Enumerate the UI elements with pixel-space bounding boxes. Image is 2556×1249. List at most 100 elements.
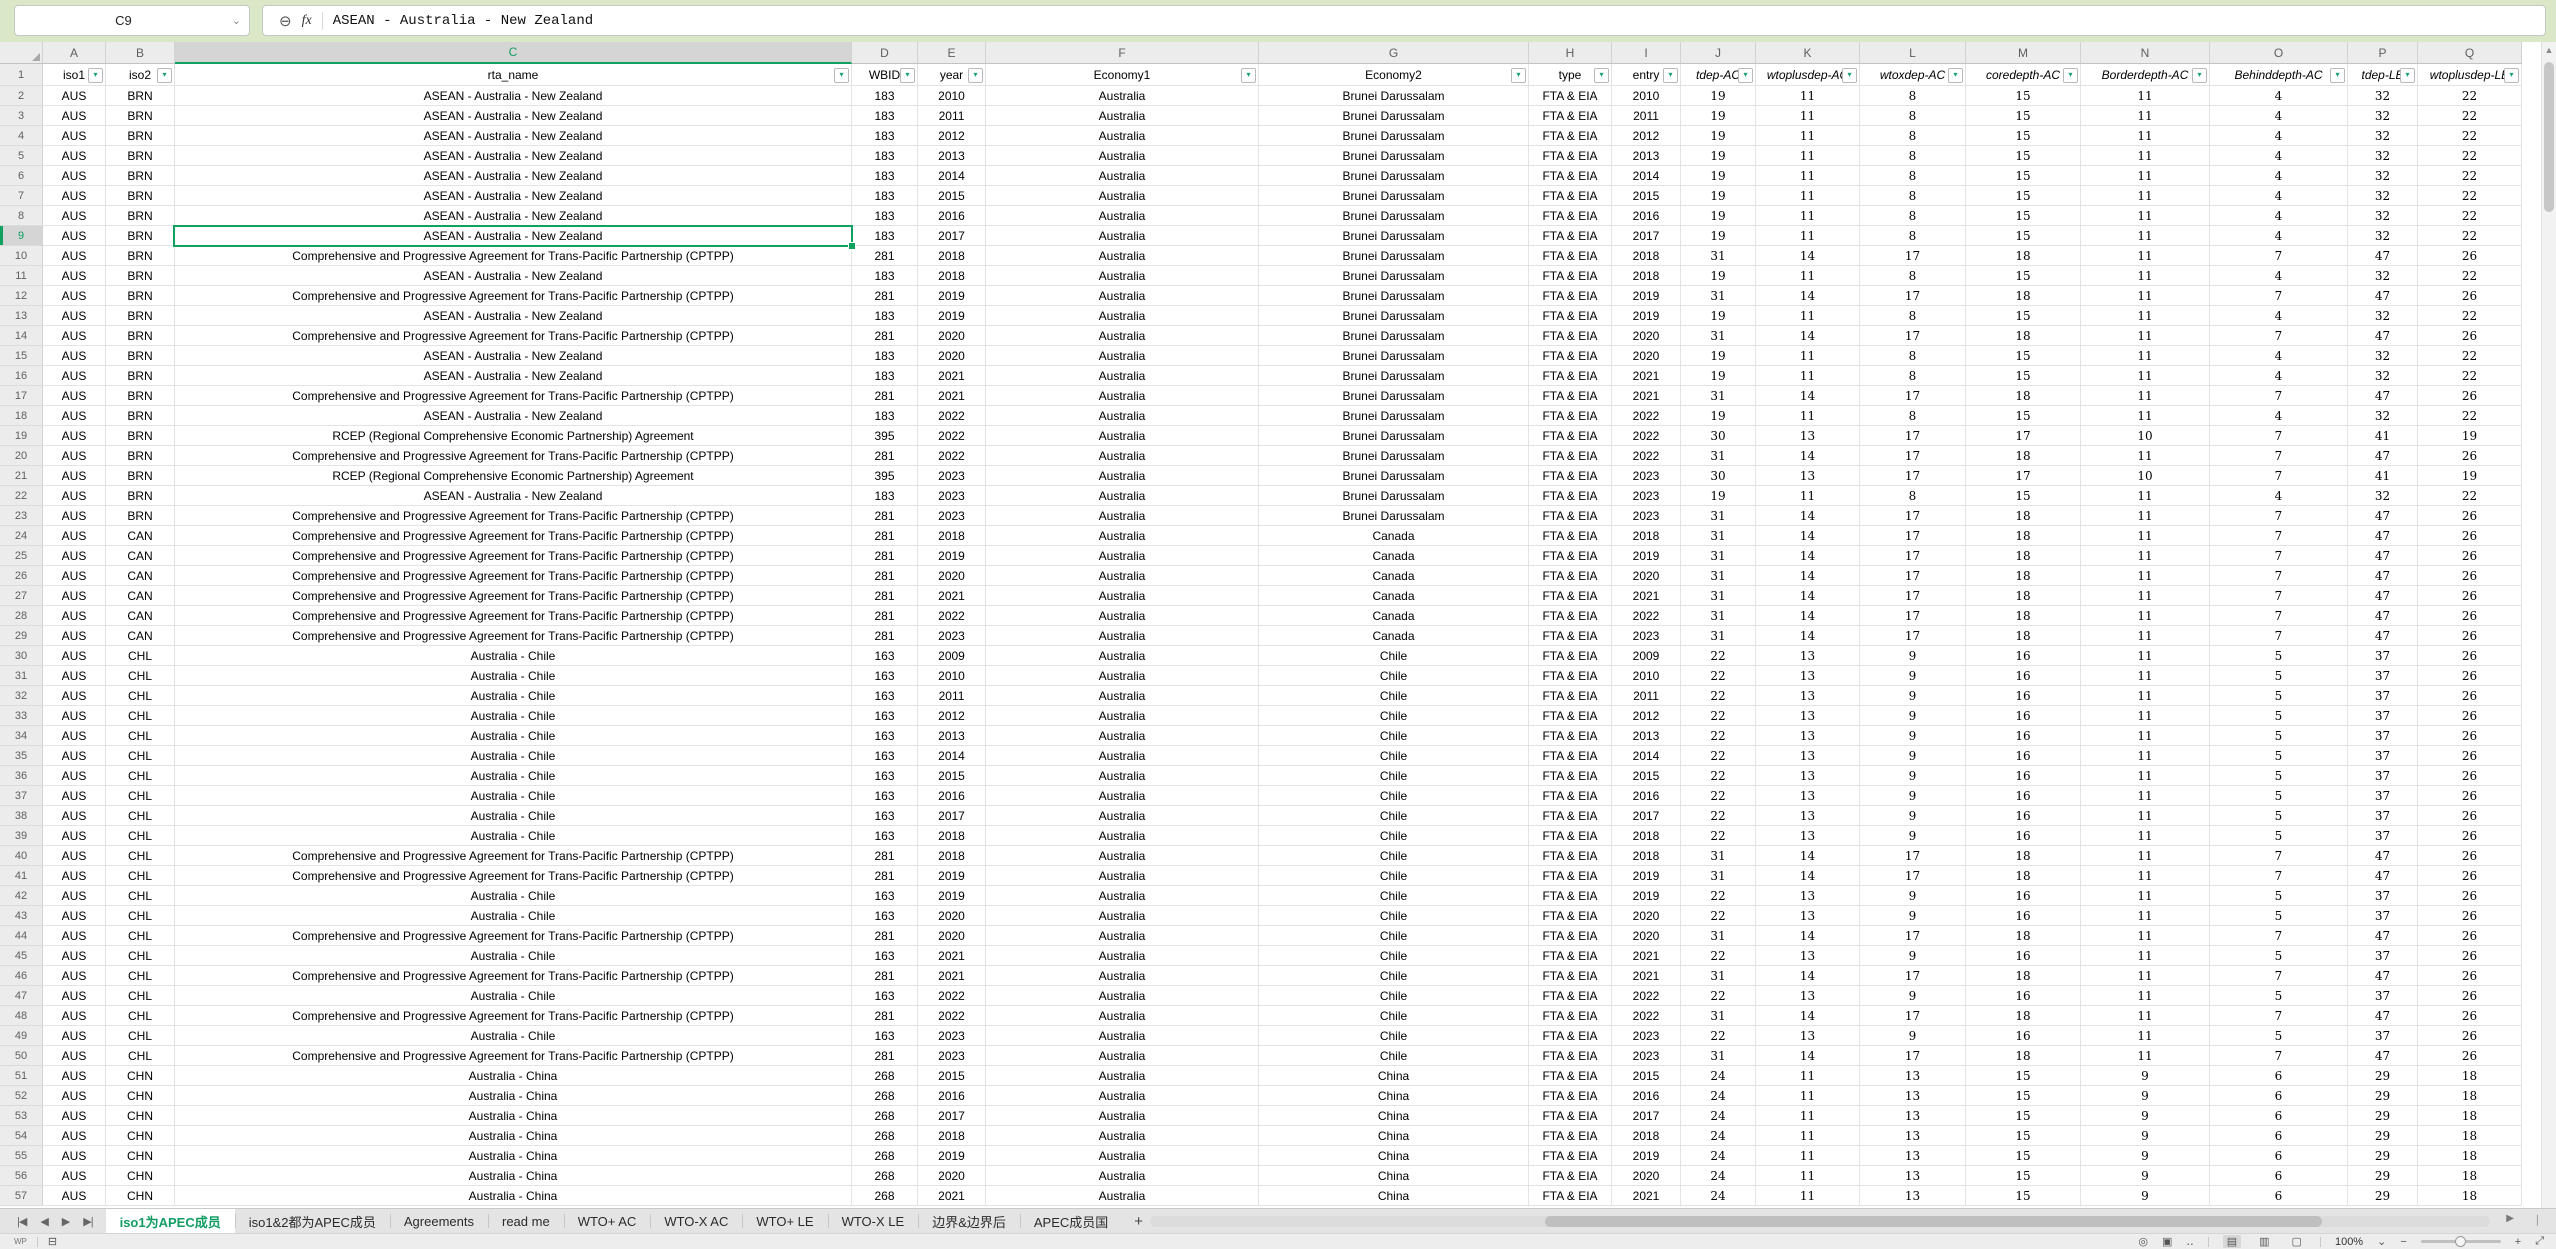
cell[interactable]: 22: [1681, 666, 1756, 686]
cell[interactable]: 163: [852, 646, 918, 666]
cell[interactable]: 22: [1681, 706, 1756, 726]
macro-icon[interactable]: ◎: [2138, 1235, 2148, 1248]
cell[interactable]: 16: [1966, 806, 2081, 826]
column-header-M[interactable]: M: [1966, 42, 2081, 64]
row-header-3[interactable]: 3: [0, 106, 43, 126]
cell[interactable]: Australia: [986, 86, 1259, 106]
cell[interactable]: 17: [1966, 466, 2081, 486]
cell[interactable]: 2011: [1612, 106, 1681, 126]
cell[interactable]: 26: [2418, 906, 2522, 926]
row-header-41[interactable]: 41: [0, 866, 43, 886]
cell[interactable]: China: [1259, 1186, 1529, 1206]
cell[interactable]: 2017: [1612, 1106, 1681, 1126]
cell[interactable]: 11: [1756, 1126, 1860, 1146]
row-header-52[interactable]: 52: [0, 1086, 43, 1106]
cell[interactable]: Australia: [986, 1026, 1259, 1046]
cell[interactable]: 11: [2081, 106, 2210, 126]
cell[interactable]: 4: [2210, 106, 2348, 126]
cell[interactable]: 268: [852, 1106, 918, 1126]
cell[interactable]: 2018: [1612, 826, 1681, 846]
cell[interactable]: 19: [2418, 426, 2522, 446]
cell[interactable]: 9: [1860, 646, 1966, 666]
cell[interactable]: Australia - Chile: [175, 746, 852, 766]
cell[interactable]: Australia - Chile: [175, 726, 852, 746]
cell[interactable]: 17: [1860, 466, 1966, 486]
cell[interactable]: 2019: [918, 286, 986, 306]
cell[interactable]: 17: [1860, 866, 1966, 886]
cell[interactable]: 268: [852, 1186, 918, 1206]
cell[interactable]: AUS: [43, 1006, 106, 1026]
row-header-45[interactable]: 45: [0, 946, 43, 966]
cell[interactable]: FTA & EIA: [1529, 1066, 1612, 1086]
cell[interactable]: 2021: [918, 586, 986, 606]
cell[interactable]: 7: [2210, 1046, 2348, 1066]
cell[interactable]: FTA & EIA: [1529, 606, 1612, 626]
cell[interactable]: 11: [2081, 126, 2210, 146]
cell[interactable]: 2014: [918, 746, 986, 766]
row-header-55[interactable]: 55: [0, 1146, 43, 1166]
cell[interactable]: 163: [852, 686, 918, 706]
cell[interactable]: 8: [1860, 406, 1966, 426]
cell[interactable]: 7: [2210, 566, 2348, 586]
more-dots-icon[interactable]: ‥: [2186, 1235, 2193, 1248]
cell[interactable]: 11: [2081, 406, 2210, 426]
cell[interactable]: 16: [1966, 726, 2081, 746]
sheet-tab[interactable]: iso1为APEC成员: [106, 1209, 235, 1233]
cell[interactable]: BRN: [106, 446, 175, 466]
row-header-36[interactable]: 36: [0, 766, 43, 786]
cell[interactable]: 22: [2418, 206, 2522, 226]
cell[interactable]: 19: [1681, 126, 1756, 146]
cell[interactable]: 13: [1756, 826, 1860, 846]
header-cell-wtoplusdep-LE[interactable]: wtoplusdep-LE▾: [2418, 64, 2522, 86]
cell[interactable]: 15: [1966, 1166, 2081, 1186]
cell[interactable]: AUS: [43, 386, 106, 406]
cell[interactable]: 2018: [1612, 846, 1681, 866]
cell[interactable]: 13: [1860, 1086, 1966, 1106]
cell[interactable]: 19: [1681, 146, 1756, 166]
cell[interactable]: 16: [1966, 646, 2081, 666]
cell[interactable]: 26: [2418, 746, 2522, 766]
cell[interactable]: 14: [1756, 386, 1860, 406]
cell[interactable]: 11: [2081, 446, 2210, 466]
cell[interactable]: 18: [1966, 326, 2081, 346]
cell[interactable]: 5: [2210, 1026, 2348, 1046]
cell[interactable]: AUS: [43, 1126, 106, 1146]
cell[interactable]: 11: [1756, 226, 1860, 246]
cell[interactable]: 11: [2081, 1026, 2210, 1046]
cell[interactable]: 14: [1756, 566, 1860, 586]
header-cell-iso1[interactable]: iso1▾: [43, 64, 106, 86]
cell[interactable]: CHL: [106, 646, 175, 666]
cell[interactable]: 2021: [1612, 366, 1681, 386]
cell[interactable]: 2009: [1612, 646, 1681, 666]
cell[interactable]: 14: [1756, 246, 1860, 266]
cell[interactable]: ASEAN - Australia - New Zealand: [175, 486, 852, 506]
cell[interactable]: 4: [2210, 486, 2348, 506]
row-header-47[interactable]: 47: [0, 986, 43, 1006]
cell[interactable]: 11: [1756, 1166, 1860, 1186]
cell[interactable]: 17: [1860, 386, 1966, 406]
cell[interactable]: Comprehensive and Progressive Agreement …: [175, 866, 852, 886]
header-cell-tdep-LE[interactable]: tdep-LE▾: [2348, 64, 2418, 86]
cell[interactable]: 47: [2348, 606, 2418, 626]
cell[interactable]: 2009: [918, 646, 986, 666]
header-cell-wtoxdep-AC[interactable]: wtoxdep-AC▾: [1860, 64, 1966, 86]
cell[interactable]: CHL: [106, 1006, 175, 1026]
cell[interactable]: 8: [1860, 306, 1966, 326]
row-header-19[interactable]: 19: [0, 426, 43, 446]
cell[interactable]: 31: [1681, 526, 1756, 546]
row-header-15[interactable]: 15: [0, 346, 43, 366]
column-header-G[interactable]: G: [1259, 42, 1529, 64]
cell[interactable]: 18: [1966, 866, 2081, 886]
cell[interactable]: 18: [2418, 1106, 2522, 1126]
cell[interactable]: 2018: [918, 246, 986, 266]
cell[interactable]: Australia: [986, 426, 1259, 446]
cell[interactable]: 18: [1966, 526, 2081, 546]
cell[interactable]: Australia: [986, 506, 1259, 526]
cell[interactable]: 2010: [918, 86, 986, 106]
cell[interactable]: 2022: [1612, 406, 1681, 426]
cell[interactable]: 6: [2210, 1146, 2348, 1166]
cell[interactable]: AUS: [43, 706, 106, 726]
cell[interactable]: 2014: [1612, 166, 1681, 186]
cell[interactable]: 32: [2348, 126, 2418, 146]
cell[interactable]: 15: [1966, 206, 2081, 226]
